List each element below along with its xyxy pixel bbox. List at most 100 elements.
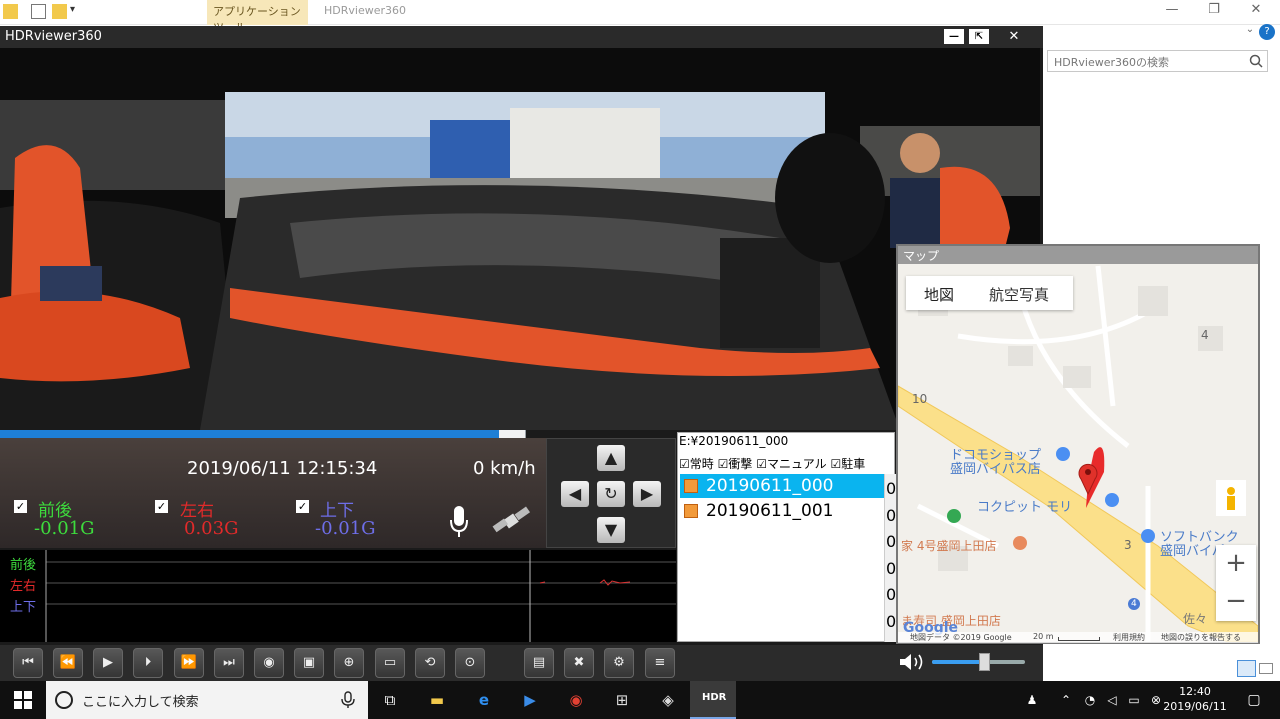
file-name: 20190611_001	[706, 501, 834, 521]
map-zoom-out-icon[interactable]: −	[1216, 583, 1256, 621]
pan-down-icon[interactable]: ▼	[597, 517, 625, 543]
notification-icon[interactable]: ▢	[1240, 686, 1268, 714]
gsensor-lr-checkbox[interactable]: ✓	[155, 500, 168, 513]
close-icon[interactable]: ✕	[1245, 2, 1267, 20]
details-view-icon[interactable]	[1237, 660, 1256, 677]
rewind-icon[interactable]: ⏪	[53, 648, 83, 678]
file-item-selected[interactable]: 20190611_000	[680, 474, 884, 498]
video-frame[interactable]	[0, 48, 1040, 430]
map-type-map-button[interactable]: 地図	[924, 284, 954, 305]
cortana-circle-icon	[55, 691, 73, 709]
app-icon[interactable]: ◈	[654, 686, 682, 714]
media-player-icon[interactable]: ▶	[516, 686, 544, 714]
edge-browser-icon[interactable]: e	[470, 686, 498, 714]
settings-gear-icon[interactable]: ⚙	[604, 648, 634, 678]
explorer-ribbon	[0, 0, 1280, 25]
map-road-number: 4	[1131, 599, 1137, 609]
panorama-icon[interactable]: ▭	[375, 648, 405, 678]
minimize-icon[interactable]: —	[1161, 2, 1183, 20]
camera-snapshot-icon[interactable]: ◉	[254, 648, 284, 678]
file-filter-bar: ☑常時 ☑衝撃 ☑マニュアル ☑駐車	[679, 455, 893, 472]
pan-right-icon[interactable]: ▶	[633, 481, 661, 507]
microphone-icon[interactable]	[341, 691, 355, 709]
file-name: 20190611_000	[706, 476, 834, 496]
microphone-icon[interactable]	[448, 505, 470, 539]
large-icons-view-icon[interactable]	[1259, 663, 1273, 674]
globe-icon[interactable]: ⊙	[455, 648, 485, 678]
gsensor-ud-value: -0.01G	[315, 518, 376, 539]
skip-to-start-icon[interactable]: ⏮	[13, 648, 43, 678]
play-icon[interactable]: ▶	[93, 648, 123, 678]
taskbar-search-input[interactable]: ここに入力して検索	[46, 681, 368, 719]
video-clip-icon[interactable]: ▣	[294, 648, 324, 678]
open-folder-icon[interactable]: ▤	[524, 648, 554, 678]
filter-impact-label: 衝撃	[728, 457, 753, 471]
file-item[interactable]: 20190611_001	[680, 499, 884, 523]
viewer-popout-icon[interactable]: ⇱	[969, 29, 989, 44]
filter-impact-checkbox[interactable]: ☑	[718, 457, 729, 471]
video-file-icon	[684, 504, 698, 518]
windows-start-icon[interactable]	[14, 691, 32, 709]
viewer-close-icon[interactable]: ✕	[999, 29, 1029, 44]
restore-icon[interactable]: ❐	[1203, 2, 1225, 20]
filter-parking-checkbox[interactable]: ☑	[830, 457, 841, 471]
gps-satellite-icon[interactable]	[491, 504, 531, 538]
viewer-minimize-icon[interactable]: —	[944, 29, 964, 44]
pan-left-icon[interactable]: ◀	[561, 481, 589, 507]
vehicle-speed: 0 km/h	[473, 458, 536, 479]
gsensor-lr-value: 0.03G	[184, 518, 239, 539]
map-poi-label: 佐々	[1183, 612, 1208, 626]
csv-export-icon[interactable]: ≡	[645, 648, 675, 678]
map-type-aerial-button[interactable]: 航空写真	[989, 284, 1049, 305]
explorer-search-input[interactable]: HDRviewer360の検索	[1047, 50, 1268, 72]
filter-manual-label: マニュアル	[766, 457, 827, 471]
search-icon[interactable]	[1248, 53, 1264, 69]
app-tools-tab[interactable]: アプリケーション ツール	[207, 0, 308, 34]
volume-icon[interactable]	[898, 652, 928, 672]
volume-slider-fill	[932, 660, 984, 664]
delete-icon[interactable]: ✖	[564, 648, 594, 678]
ribbon-expand-icon[interactable]: ⌄	[1239, 24, 1261, 42]
reset-view-icon[interactable]: ↻	[597, 481, 625, 507]
filter-manual-checkbox[interactable]: ☑	[756, 457, 767, 471]
gsensor-fb-checkbox[interactable]: ✓	[14, 500, 27, 513]
playback-progress-fill	[0, 430, 499, 438]
rotate-180-icon[interactable]: ⟲	[415, 648, 445, 678]
skip-to-end-icon[interactable]: ⏭	[214, 648, 244, 678]
filter-continuous-checkbox[interactable]: ☑	[679, 457, 690, 471]
fast-forward-icon[interactable]: ⏩	[174, 648, 204, 678]
playback-progress-handle[interactable]	[499, 430, 525, 438]
map-terms-link[interactable]: 利用規約	[1113, 632, 1145, 643]
quick-access-dropdown-icon[interactable]: ▾	[70, 4, 85, 19]
file-explorer-icon[interactable]: ▬	[423, 686, 451, 714]
properties-icon[interactable]	[31, 4, 46, 19]
help-icon[interactable]: ?	[1259, 24, 1275, 40]
gsensor-ud-checkbox[interactable]: ✓	[296, 500, 309, 513]
graph-label-fb: 前後	[10, 558, 37, 573]
map-title: マップ	[898, 246, 1258, 264]
explorer-window-title: HDRviewer360	[324, 4, 407, 17]
zoom-icon[interactable]: ⊕	[334, 648, 364, 678]
filter-parking-label: 駐車	[841, 457, 866, 471]
map-road-number: 3	[1124, 538, 1132, 552]
people-icon[interactable]: ♟	[1018, 686, 1046, 714]
task-view-icon[interactable]: ⧉	[376, 686, 404, 714]
map-scale-bar	[1058, 637, 1100, 641]
chrome-icon[interactable]: ◉	[562, 686, 590, 714]
folder-icon[interactable]	[3, 4, 18, 19]
recording-datetime: 2019/06/11 12:15:34	[187, 458, 378, 479]
map-poi-label: コクピット モリ	[977, 500, 1073, 515]
volume-slider-thumb[interactable]	[979, 653, 990, 671]
graph-label-ud: 上下	[10, 600, 37, 615]
taskbar-clock[interactable]: 12:40 2019/06/11	[1162, 684, 1228, 714]
map-zoom-in-icon[interactable]: +	[1216, 545, 1256, 583]
map-report-link[interactable]: 地図の誤りを報告する	[1161, 632, 1241, 643]
pan-up-icon[interactable]: ▲	[597, 445, 625, 471]
step-frame-icon[interactable]: ⏵	[133, 648, 163, 678]
new-folder-icon[interactable]	[52, 4, 67, 19]
store-icon[interactable]: ⊞	[608, 686, 636, 714]
map-road-number: 4	[1201, 328, 1209, 342]
map-attribution: 地図データ ©2019 Google	[910, 633, 1012, 642]
clock-time: 12:40	[1179, 685, 1211, 698]
map-poi-label: 家 4号盛岡上田店	[901, 539, 997, 553]
